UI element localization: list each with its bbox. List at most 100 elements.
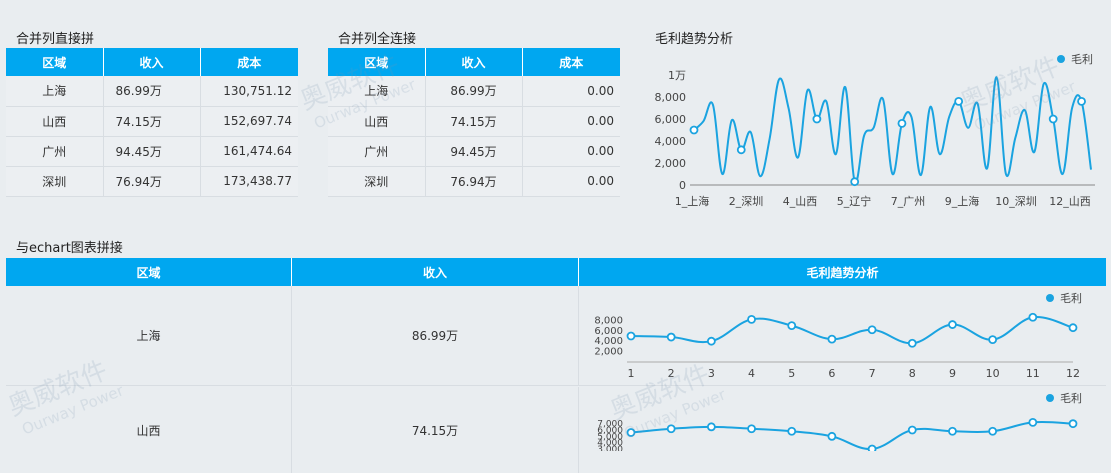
legend-marker-icon[interactable] [1046,294,1054,302]
header-cost[interactable]: 成本 [200,48,298,76]
row-trend-chart-svg[interactable]: 2,0004,0006,0008,0001 2 3 4 5 6 7 8 9 10 11 12毛利 [579,286,1106,386]
data-point[interactable] [827,431,837,441]
legend-label[interactable]: 毛利 [1071,53,1093,66]
data-point[interactable] [736,145,746,155]
data-point[interactable] [988,335,998,345]
x-tick-label: 5_辽宁 [837,194,872,208]
table-row[interactable]: 广州 94.45万 161,474.64 [6,136,298,167]
data-point[interactable] [1077,97,1086,106]
y-tick-label: 8,000 [594,315,623,326]
x-tick-label: 10 [986,367,1000,380]
cell-region: 山西 [328,106,426,137]
header-region[interactable]: 区域 [6,258,292,286]
x-tick-label: 12 [1066,367,1080,380]
cell-region: 深圳 [328,166,426,197]
cell-revenue: 86.99万 [292,286,579,385]
legend-label[interactable]: 毛利 [1060,392,1082,405]
data-point[interactable] [787,321,797,330]
table-row[interactable]: 上海 86.99万 0.00 [328,76,620,107]
data-point[interactable] [626,428,636,437]
cell-cost: 0.00 [522,106,620,137]
y-tick-label: 4,000 [655,135,687,148]
cell-revenue: 76.94万 [425,166,523,197]
section-title-echart: 与echart图表拼接 [16,241,123,256]
x-tick-label: 11 [1026,367,1040,380]
table-row[interactable]: 上海 86.99万 2,000 4,000 6,000 8,000 1 2 3 4 5 6 7 8 9 1… [6,286,1106,386]
data-point[interactable] [747,314,756,324]
legend-marker-icon[interactable] [1046,394,1054,402]
x-tick-label: 5 [788,367,795,380]
data-point[interactable] [954,97,964,106]
data-point[interactable] [666,424,676,434]
cell-region: 上海 [6,286,292,385]
data-point[interactable] [988,426,998,436]
table-row[interactable]: 山西 74.15万 0.00 [328,106,620,137]
data-point[interactable] [787,426,797,436]
header-revenue[interactable]: 收入 [425,48,523,76]
cell-region: 上海 [328,76,426,107]
trend-chart[interactable]: 0 2,000 4,000 6,000 8,000 1万 1_上海 2_深圳 4_山西 5_辽宁 7… [650,45,1105,217]
data-point[interactable] [706,422,716,432]
cell-region: 广州 [328,136,426,167]
data-point[interactable] [1048,114,1058,124]
trend-chart-svg[interactable]: 0 2,000 4,000 6,000 8,000 1万 1_上海 2_深圳 4_山西 5_辽宁 7… [650,45,1105,217]
data-point[interactable] [1028,312,1038,322]
y-tick-label: 4,000 [594,336,623,347]
data-point[interactable] [1068,419,1078,429]
x-tick-label: 9_上海 [945,194,980,208]
data-point[interactable] [867,444,877,452]
cell-trend-chart[interactable]: 2,000 4,000 6,000 8,000 1 2 3 4 5 6 7 8 9 10 11 12 毛利 [579,286,1106,385]
y-tick-label: 6,000 [655,113,687,126]
data-point[interactable] [626,331,636,341]
x-tick-label: 4_山西 [783,195,818,208]
data-point[interactable] [907,338,917,348]
table-row[interactable]: 深圳 76.94万 173,438.77 [6,166,298,197]
x-tick-label: 2_深圳 [729,195,764,208]
cell-revenue: 94.45万 [425,136,523,167]
table-row[interactable]: 广州 94.45万 0.00 [328,136,620,167]
data-point[interactable] [948,426,957,436]
data-point[interactable] [827,334,837,344]
table-row[interactable]: 上海 86.99万 130,751.12 [6,76,298,107]
cell-cost: 152,697.74 [200,106,298,137]
data-point[interactable] [867,325,877,335]
y-tick-label: 0 [679,179,686,192]
cell-revenue: 76.94万 [103,166,201,197]
data-point[interactable] [689,125,699,135]
series-line[interactable] [630,420,1074,451]
table-row[interactable]: 山西 74.15万 3,000 4,000 5,000 6,000 7,000 毛利 [6,387,1106,473]
x-tick-label: 6 [828,367,835,380]
cell-cost: 173,438.77 [200,166,298,197]
data-point[interactable] [706,336,716,346]
data-point[interactable] [1028,418,1038,427]
header-region[interactable]: 区域 [328,48,426,76]
header-region[interactable]: 区域 [6,48,104,76]
header-cost[interactable]: 成本 [522,48,620,76]
header-revenue[interactable]: 收入 [292,258,579,286]
y-tick-label: 7,000 [597,420,623,430]
row-trend-chart-svg[interactable]: 3,0004,0005,0006,0007,000毛利 [579,387,1106,451]
cell-trend-chart[interactable]: 3,000 4,000 5,000 6,000 7,000 毛利 [579,387,1106,473]
x-tick-label: 4 [748,367,755,380]
data-point[interactable] [747,424,756,434]
data-point[interactable] [666,332,676,342]
data-point[interactable] [907,425,917,435]
table-row[interactable]: 深圳 76.94万 0.00 [328,166,620,197]
cell-cost: 0.00 [522,136,620,167]
x-tick-label: 1_上海 [675,194,710,208]
series-line[interactable] [693,76,1092,184]
cell-region: 山西 [6,387,292,473]
cell-cost: 161,474.64 [200,136,298,167]
header-trend[interactable]: 毛利趋势分析 [579,258,1106,286]
data-point[interactable] [850,177,860,187]
x-tick-label: 3 [708,367,715,380]
data-point[interactable] [948,320,957,329]
data-point[interactable] [812,114,822,124]
data-point[interactable] [1068,323,1078,333]
header-revenue[interactable]: 收入 [103,48,201,76]
data-point[interactable] [897,119,907,128]
series-line[interactable] [630,316,1074,345]
legend-label[interactable]: 毛利 [1060,292,1082,305]
table-row[interactable]: 山西 74.15万 152,697.74 [6,106,298,137]
legend-marker-icon[interactable] [1057,55,1065,63]
